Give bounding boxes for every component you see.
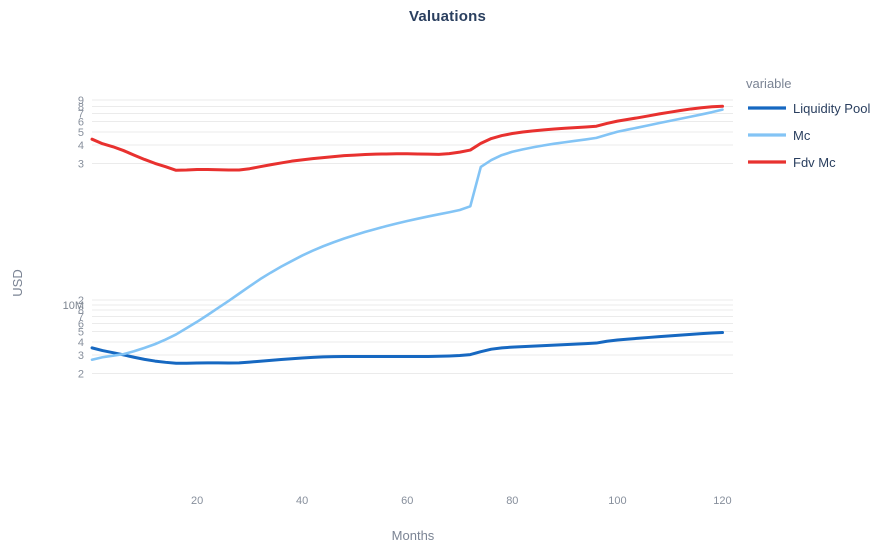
x-tick-label: 120 [713, 495, 731, 507]
x-tick-label: 40 [296, 495, 308, 507]
y-tick-label: 2 [78, 368, 84, 380]
x-axis-tick-labels: 20 40 60 80 100 120 [191, 495, 732, 507]
y-tick-label: 9 [78, 95, 84, 107]
x-axis-title: Months [392, 528, 435, 543]
x-tick-label: 60 [401, 495, 413, 507]
legend-label-liquidity-pool[interactable]: Liquidity Pool [793, 101, 870, 116]
series-line-fdv-mc [90, 104, 724, 172]
legend-label-fdv-mc[interactable]: Fdv Mc [793, 155, 836, 170]
y-axis-tick-labels: 234567810M23456789 [63, 95, 84, 380]
legend: variable Liquidity Pool Mc Fdv Mc [746, 76, 870, 170]
legend-label-mc[interactable]: Mc [793, 128, 811, 143]
y-tick-label: 2 [78, 295, 84, 307]
x-tick-label: 100 [608, 495, 626, 507]
y-tick-label: 3 [78, 350, 84, 362]
x-tick-label: 80 [506, 495, 518, 507]
y-tick-label: 4 [78, 140, 84, 152]
series-line-mc [90, 108, 724, 362]
plot-area: 234567810M23456789 20 40 60 80 100 120 Months… [10, 76, 870, 543]
y-tick-label: 3 [78, 158, 84, 170]
gridlines-group [92, 99, 733, 374]
series-line-liquidity-pool [90, 331, 724, 365]
chart-container: Valuations 2 3 4 5 6 7 8 10M 2 3 4 5 6 7 8 9 20 40 60 80 10… [0, 0, 895, 557]
y-axis-title: USD [10, 269, 25, 296]
legend-title: variable [746, 76, 792, 91]
x-tick-label: 20 [191, 495, 203, 507]
